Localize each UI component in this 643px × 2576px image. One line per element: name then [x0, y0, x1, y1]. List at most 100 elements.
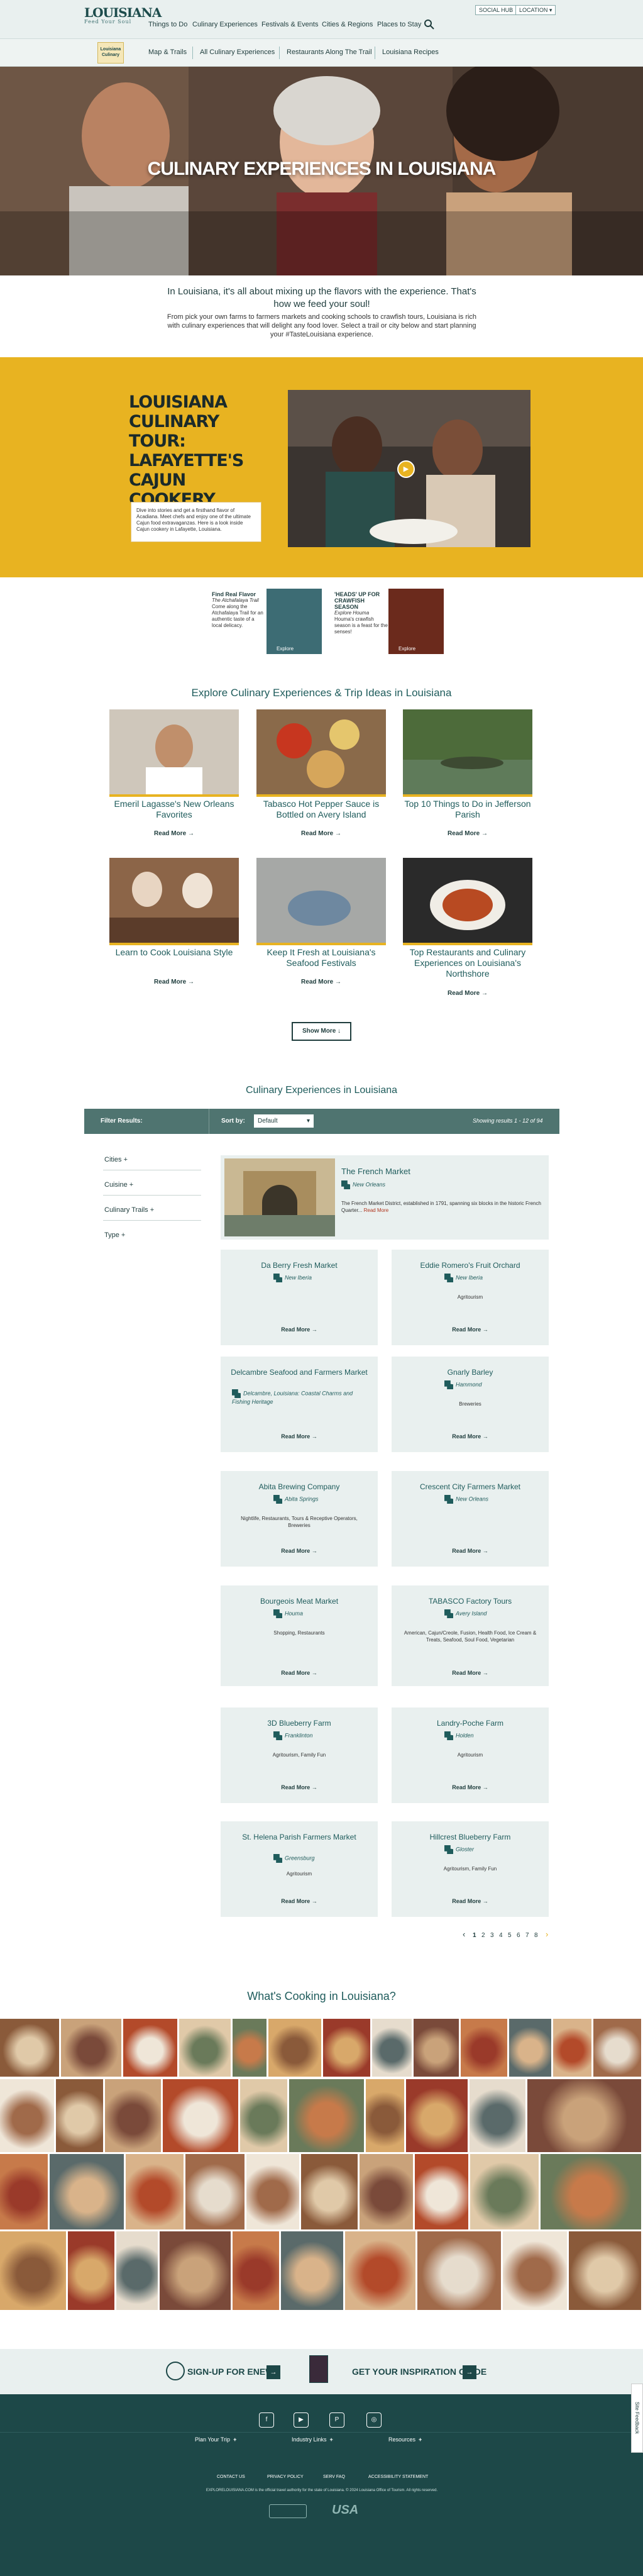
page-number[interactable]: 8	[534, 1932, 538, 1939]
social-photo-tile[interactable]	[461, 2019, 507, 2077]
social-photo-tile[interactable]	[281, 2231, 343, 2310]
nav-places-to-stay[interactable]: Places to Stay	[377, 21, 421, 28]
social-photo-tile[interactable]	[240, 2079, 287, 2152]
social-photo-tile[interactable]	[553, 2019, 591, 2077]
card-image[interactable]	[403, 858, 532, 943]
listing-card[interactable]: Hillcrest Blueberry Farm Gloster Agritouri…	[392, 1821, 549, 1917]
youtube-icon[interactable]: ▶	[294, 2412, 309, 2428]
listing-card[interactable]: Abita Brewing Company Abita Springs Nightl…	[221, 1471, 378, 1567]
chevron-right-icon[interactable]: ›	[546, 1929, 548, 1939]
card-image[interactable]	[109, 709, 239, 794]
search-icon[interactable]	[424, 19, 435, 30]
social-photo-tile[interactable]	[503, 2231, 567, 2310]
read-more-link[interactable]: Read More →	[403, 830, 532, 837]
listing-card[interactable]: Eddie Romero's Fruit Orchard New Iberia Ag…	[392, 1250, 549, 1345]
social-photo-tile[interactable]	[360, 2154, 413, 2229]
social-photo-tile[interactable]	[163, 2079, 238, 2152]
page-number[interactable]: 3	[490, 1932, 494, 1939]
social-photo-tile[interactable]	[414, 2019, 459, 2077]
social-photo-tile[interactable]	[0, 2079, 54, 2152]
read-more-link[interactable]: Read More →	[256, 830, 386, 837]
read-more-link[interactable]: Read More →	[392, 1326, 549, 1333]
site-feedback-tab[interactable]: Site Feedback	[631, 2384, 643, 2453]
read-more-link[interactable]: Read More →	[221, 1670, 378, 1676]
social-photo-tile[interactable]	[179, 2019, 231, 2077]
page-number[interactable]: 6	[517, 1932, 520, 1939]
social-photo-tile[interactable]	[246, 2154, 299, 2229]
listing-title[interactable]: Hillcrest Blueberry Farm	[392, 1833, 549, 1842]
listing-title[interactable]: TABASCO Factory Tours	[392, 1597, 549, 1606]
card-title[interactable]: Top 10 Things to Do in Jefferson Parish	[403, 799, 532, 820]
footer-group-industry[interactable]: Industry Links +	[292, 2436, 333, 2443]
louisiana-logo[interactable]: LOUISIANA Feed Your Soul	[84, 5, 162, 33]
listing-title[interactable]: Delcambre Seafood and Farmers Market	[221, 1368, 378, 1377]
read-more-link[interactable]: Read More →	[221, 1433, 378, 1440]
read-more-link[interactable]: Read More →	[221, 1548, 378, 1554]
filter-type[interactable]: Type +	[104, 1231, 125, 1239]
subnav-all-culinary[interactable]: All Culinary Experiences	[200, 48, 275, 56]
social-hub-button[interactable]: SOCIAL HUB	[475, 5, 517, 15]
subnav-restaurants-trail[interactable]: Restaurants Along The Trail	[287, 48, 372, 56]
filter-cities[interactable]: Cities +	[104, 1156, 128, 1163]
social-photo-tile[interactable]	[569, 2231, 641, 2310]
social-photo-tile[interactable]	[509, 2019, 551, 2077]
social-photo-tile[interactable]	[185, 2154, 245, 2229]
read-more-link[interactable]: Read More →	[403, 990, 532, 997]
listing-card[interactable]: 3D Blueberry Farm Franklinton Agritourism,…	[221, 1707, 378, 1803]
featured-title[interactable]: The French Market	[341, 1167, 410, 1176]
promo-cta[interactable]: Explore	[277, 646, 294, 652]
listing-title[interactable]: Landry-Poche Farm	[392, 1719, 549, 1728]
social-photo-tile[interactable]	[0, 2019, 59, 2077]
social-photo-tile[interactable]	[593, 2019, 641, 2077]
card-image[interactable]	[403, 709, 532, 794]
location-dropdown[interactable]: LOCATION ▾	[515, 5, 556, 15]
card-image[interactable]	[256, 709, 386, 794]
social-photo-tile[interactable]	[268, 2019, 321, 2077]
read-more-link[interactable]: Read More →	[392, 1784, 549, 1790]
social-photo-tile[interactable]	[50, 2154, 124, 2229]
footer-link-contact[interactable]: CONTACT US	[217, 2475, 245, 2479]
listing-card[interactable]: Crescent City Farmers Market New Orleans R…	[392, 1471, 549, 1567]
card-title[interactable]: Tabasco Hot Pepper Sauce is Bottled on A…	[256, 799, 386, 820]
social-photo-tile[interactable]	[417, 2231, 501, 2310]
read-more-link[interactable]: Read More →	[392, 1898, 549, 1904]
card-title[interactable]: Keep It Fresh at Louisiana's Seafood Fes…	[256, 947, 386, 969]
subnav-recipes[interactable]: Louisiana Recipes	[382, 48, 439, 56]
listing-title[interactable]: Crescent City Farmers Market	[392, 1482, 549, 1492]
arrow-right-icon[interactable]: →	[267, 2365, 280, 2379]
page-number[interactable]: 5	[508, 1932, 512, 1939]
listing-card[interactable]: Delcambre Seafood and Farmers Market Delc…	[221, 1357, 378, 1452]
social-photo-tile[interactable]	[56, 2079, 103, 2152]
social-photo-tile[interactable]	[470, 2079, 525, 2152]
subnav-map-trails[interactable]: Map & Trails	[148, 48, 187, 56]
listing-title[interactable]: Eddie Romero's Fruit Orchard	[392, 1261, 549, 1270]
listing-card[interactable]: TABASCO Factory Tours Avery Island America…	[392, 1585, 549, 1686]
filter-cuisine[interactable]: Cuisine +	[104, 1181, 133, 1189]
play-icon[interactable]: ▶	[397, 460, 415, 478]
social-photo-tile[interactable]	[0, 2231, 66, 2310]
social-photo-tile[interactable]	[68, 2231, 114, 2310]
signup-enews-link[interactable]: SIGN-UP FOR ENEWS	[187, 2367, 280, 2377]
promo-image-2[interactable]: Explore	[388, 589, 444, 654]
footer-link-privacy[interactable]: PRIVACY POLICY	[267, 2475, 304, 2479]
social-photo-tile[interactable]	[116, 2231, 158, 2310]
listing-card[interactable]: Landry-Poche Farm Holden Agritourism Read M…	[392, 1707, 549, 1803]
social-photo-tile[interactable]	[126, 2154, 184, 2229]
filter-culinary-trails[interactable]: Culinary Trails +	[104, 1206, 154, 1214]
social-photo-tile[interactable]	[123, 2019, 177, 2077]
footer-group-plan[interactable]: Plan Your Trip +	[195, 2436, 236, 2443]
social-photo-tile[interactable]	[372, 2019, 412, 2077]
nav-festivals-events[interactable]: Festivals & Events	[261, 21, 318, 28]
promo-cta[interactable]: Explore	[398, 646, 415, 652]
page-number[interactable]: 4	[499, 1932, 503, 1939]
social-photo-tile[interactable]	[470, 2154, 539, 2229]
listing-title[interactable]: Bourgeois Meat Market	[221, 1597, 378, 1606]
social-photo-tile[interactable]	[61, 2019, 121, 2077]
footer-group-resources[interactable]: Resources +	[388, 2436, 422, 2443]
social-photo-tile[interactable]	[105, 2079, 161, 2152]
card-title[interactable]: Learn to Cook Louisiana Style	[109, 947, 239, 958]
listing-card[interactable]: Gnarly Barley Hammond Breweries Read More →	[392, 1357, 549, 1452]
listing-card[interactable]: Bourgeois Meat Market Houma Shopping, Rest…	[221, 1585, 378, 1686]
arrow-right-icon[interactable]: →	[463, 2365, 476, 2379]
nav-cities-regions[interactable]: Cities & Regions	[322, 21, 373, 28]
